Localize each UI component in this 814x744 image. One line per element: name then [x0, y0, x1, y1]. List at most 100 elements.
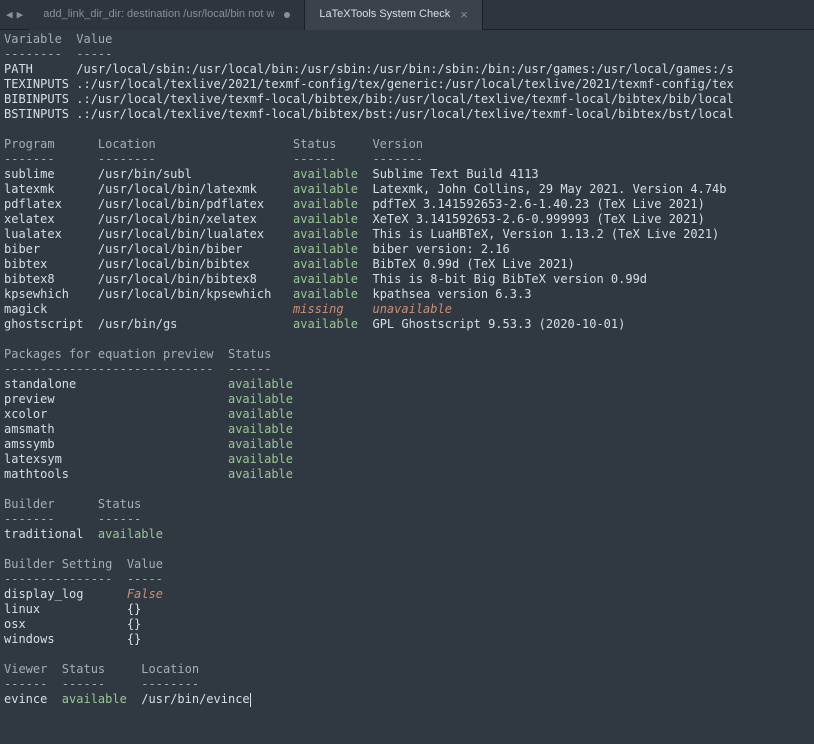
package-name: preview [4, 392, 228, 406]
program-name: pdflatex [4, 197, 91, 211]
packages-header: Packages for equation preview Status [4, 347, 271, 361]
program-status: available [293, 317, 358, 331]
program-location: /usr/local/bin/bibtex [91, 257, 293, 271]
viewer-status: available [62, 692, 127, 706]
program-version: This is LuaHBTeX, Version 1.13.2 (TeX Li… [358, 227, 719, 241]
tab-active-label: LaTeXTools System Check [319, 7, 450, 22]
program-status: available [293, 182, 358, 196]
tab-dirty-indicator-icon [284, 12, 290, 18]
program-status: available [293, 242, 358, 256]
var-name: BSTINPUTS [4, 107, 76, 121]
program-status: available [293, 272, 358, 286]
program-location: /usr/local/bin/kpsewhich [91, 287, 293, 301]
editor-content[interactable]: Variable Value -------- ----- PATH /usr/… [0, 30, 814, 709]
program-name: bibtex8 [4, 272, 91, 286]
builder-name: traditional [4, 527, 98, 541]
tab-close-icon[interactable]: × [460, 7, 468, 22]
program-version: Sublime Text Build 4113 [358, 167, 539, 181]
builders-header: Builder Status [4, 497, 141, 511]
package-status: available [228, 407, 293, 421]
program-location: /usr/local/bin/lualatex [91, 227, 293, 241]
bsetting-name: osx [4, 617, 127, 631]
var-value: /usr/local/sbin:/usr/local/bin:/usr/sbin… [76, 62, 733, 76]
program-version: kpathsea version 6.3.3 [358, 287, 531, 301]
var-value: .:/usr/local/texlive/texmf-local/bibtex/… [76, 92, 733, 106]
program-location: /usr/local/bin/bibtex8 [91, 272, 293, 286]
program-version: unavailable [344, 302, 452, 316]
package-name: mathtools [4, 467, 228, 481]
viewer-dashes: ------ ------ -------- [4, 677, 199, 691]
program-name: kpsewhich [4, 287, 91, 301]
bsetting-name: windows [4, 632, 127, 646]
builder-status: available [98, 527, 163, 541]
program-location: /usr/bin/subl [91, 167, 293, 181]
program-status: available [293, 287, 358, 301]
viewer-name: evince [4, 692, 62, 706]
var-value: .:/usr/local/texlive/2021/texmf-config/t… [76, 77, 733, 91]
program-status: available [293, 227, 358, 241]
tab-bar: ◀ ▶ add_link_dir_dir: destination /usr/l… [0, 0, 814, 30]
package-name: latexsym [4, 452, 228, 466]
bsetting-value: False [127, 587, 163, 601]
package-name: xcolor [4, 407, 228, 421]
package-status: available [228, 467, 293, 481]
builders-dashes: ------- ------ [4, 512, 141, 526]
packages-dashes: ----------------------------- ------ [4, 362, 271, 376]
package-name: standalone [4, 377, 228, 391]
program-version: This is 8-bit Big BibTeX version 0.99d [358, 272, 647, 286]
program-name: biber [4, 242, 91, 256]
programs-dashes: ------- -------- ------ ------- [4, 152, 423, 166]
bsetting-name: display_log [4, 587, 127, 601]
program-name: sublime [4, 167, 91, 181]
vars-dashes: -------- ----- [4, 47, 112, 61]
bsetting-value: {} [127, 632, 141, 646]
bsetting-value: {} [127, 602, 141, 616]
package-status: available [228, 452, 293, 466]
program-version: pdfTeX 3.141592653-2.6-1.40.23 (TeX Live… [358, 197, 705, 211]
program-status: available [293, 167, 358, 181]
package-name: amssymb [4, 437, 228, 451]
bsettings-dashes: --------------- ----- [4, 572, 163, 586]
viewer-location: /usr/bin/evince [127, 692, 250, 706]
program-version: GPL Ghostscript 9.53.3 (2020-10-01) [358, 317, 625, 331]
var-name: TEXINPUTS [4, 77, 76, 91]
program-status: available [293, 257, 358, 271]
tab-inactive-label: add_link_dir_dir: destination /usr/local… [43, 7, 274, 22]
program-location: /usr/local/bin/biber [91, 242, 293, 256]
program-name: latexmk [4, 182, 91, 196]
program-location: /usr/local/bin/xelatex [91, 212, 293, 226]
var-name: PATH [4, 62, 76, 76]
var-name: BIBINPUTS [4, 92, 76, 106]
program-name: bibtex [4, 257, 91, 271]
program-status: missing [293, 302, 344, 316]
program-name: xelatex [4, 212, 91, 226]
bsetting-name: linux [4, 602, 127, 616]
programs-header: Program Location Status Version [4, 137, 423, 151]
program-version: BibTeX 0.99d (TeX Live 2021) [358, 257, 575, 271]
package-status: available [228, 437, 293, 451]
bsetting-value: {} [127, 617, 141, 631]
program-name: magick [4, 302, 91, 316]
program-name: lualatex [4, 227, 91, 241]
program-version: Latexmk, John Collins, 29 May 2021. Vers… [358, 182, 726, 196]
package-status: available [228, 377, 293, 391]
program-name: ghostscript [4, 317, 91, 331]
program-location [91, 302, 293, 316]
tab-inactive[interactable]: add_link_dir_dir: destination /usr/local… [29, 0, 305, 30]
tab-nav-left-icon[interactable]: ◀ [6, 7, 13, 22]
tab-nav-right-icon[interactable]: ▶ [17, 7, 24, 22]
package-status: available [228, 392, 293, 406]
tab-active[interactable]: LaTeXTools System Check × [305, 0, 482, 30]
program-location: /usr/local/bin/latexmk [91, 182, 293, 196]
package-status: available [228, 422, 293, 436]
program-version: XeTeX 3.141592653-2.6-0.999993 (TeX Live… [358, 212, 705, 226]
package-name: amsmath [4, 422, 228, 436]
program-status: available [293, 212, 358, 226]
text-cursor [250, 693, 251, 707]
program-location: /usr/local/bin/pdflatex [91, 197, 293, 211]
vars-header: Variable Value [4, 32, 112, 46]
program-status: available [293, 197, 358, 211]
var-value: .:/usr/local/texlive/texmf-local/bibtex/… [76, 107, 733, 121]
program-version: biber version: 2.16 [358, 242, 510, 256]
program-location: /usr/bin/gs [91, 317, 293, 331]
